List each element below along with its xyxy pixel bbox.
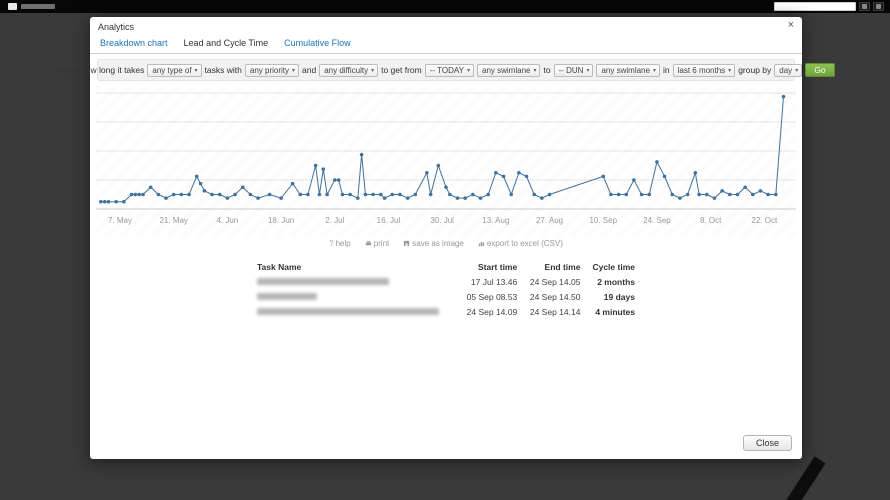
chevron-down-icon: ▾ xyxy=(371,67,374,74)
tab-cumulative-flow[interactable]: Cumulative Flow xyxy=(284,38,351,48)
svg-text:4. Jun: 4. Jun xyxy=(216,216,238,225)
go-button[interactable]: Go xyxy=(805,63,834,77)
print-icon xyxy=(365,240,372,247)
filter-bar: Show how long it takes any type of▾ task… xyxy=(97,59,795,81)
col-start-time: Start time xyxy=(458,260,521,274)
svg-text:18. Jun: 18. Jun xyxy=(268,216,294,225)
cycle-time-value: 4 minutes xyxy=(584,304,639,319)
table-row: 17 Jul 13.46 24 Sep 14.05 2 months xyxy=(253,274,639,289)
browser-topbar xyxy=(0,0,890,13)
print-link[interactable]: print xyxy=(365,239,390,248)
end-time-value: 24 Sep 14.14 xyxy=(521,304,584,319)
svg-text:16. Jul: 16. Jul xyxy=(377,216,401,225)
cycle-time-value: 19 days xyxy=(584,289,639,304)
search-icon xyxy=(862,4,867,9)
task-type-select[interactable]: any type of▾ xyxy=(147,64,201,77)
priority-select[interactable]: any priority▾ xyxy=(245,64,299,77)
filter-text-to: to xyxy=(543,65,550,75)
help-icon: ? xyxy=(329,239,333,248)
help-link[interactable]: ?help xyxy=(329,239,351,248)
col-cycle-time: Cycle time xyxy=(584,260,639,274)
filter-text-tasks-with: tasks with xyxy=(205,65,242,75)
task-name-redacted xyxy=(257,308,439,315)
svg-text:24. Sep: 24. Sep xyxy=(643,216,671,225)
chevron-down-icon: ▾ xyxy=(586,67,589,74)
start-time-value: 24 Sep 14.09 xyxy=(458,304,521,319)
save-icon xyxy=(403,240,410,247)
end-time-value: 24 Sep 14.05 xyxy=(521,274,584,289)
start-time-value: 17 Jul 13.46 xyxy=(458,274,521,289)
export-chart-icon xyxy=(478,240,485,247)
time-range-select[interactable]: last 6 months▾ xyxy=(673,64,736,77)
end-time-value: 24 Sep 14.50 xyxy=(521,289,584,304)
tab-breakdown-chart[interactable]: Breakdown chart xyxy=(100,38,168,48)
chevron-down-icon: ▾ xyxy=(728,67,731,74)
col-end-time: End time xyxy=(521,260,584,274)
svg-text:30. Jul: 30. Jul xyxy=(430,216,454,225)
chevron-down-icon: ▾ xyxy=(292,67,295,74)
group-by-select[interactable]: day▾ xyxy=(774,64,802,77)
filter-text-in: in xyxy=(663,65,670,75)
table-row: 24 Sep 14.09 24 Sep 14.14 4 minutes xyxy=(253,304,639,319)
cycle-time-line-chart: 7. May 21. May 4. Jun 18. Jun 2. Jul 16. Jul 3… xyxy=(96,87,796,237)
close-icon[interactable]: × xyxy=(788,20,794,31)
analytics-modal: Analytics × Breakdown chart Lead and Cyc… xyxy=(90,17,802,459)
analytics-tabs: Breakdown chart Lead and Cycle Time Cumu… xyxy=(90,35,802,54)
svg-text:27. Aug: 27. Aug xyxy=(536,216,563,225)
svg-text:7. May: 7. May xyxy=(108,216,132,225)
svg-text:22. Oct: 22. Oct xyxy=(751,216,778,225)
cycle-time-value: 2 months xyxy=(584,274,639,289)
chevron-down-icon: ▾ xyxy=(795,67,798,74)
svg-text:21. May: 21. May xyxy=(159,216,187,225)
app-logo-text xyxy=(21,4,55,9)
save-as-image-link[interactable]: save as image xyxy=(403,239,464,248)
table-row: 05 Sep 08.53 24 Sep 14.50 19 days xyxy=(253,289,639,304)
app-logo-icon xyxy=(8,3,17,10)
topbar-menu-button[interactable] xyxy=(873,2,884,11)
filter-lead-text: Show how long it takes xyxy=(57,65,144,75)
svg-text:10. Sep: 10. Sep xyxy=(589,216,617,225)
col-task-name: Task Name xyxy=(253,260,458,274)
chevron-down-icon: ▾ xyxy=(533,67,536,74)
to-swimlane-select[interactable]: any swimlane▾ xyxy=(596,64,659,77)
close-button[interactable]: Close xyxy=(743,435,792,451)
task-name-redacted xyxy=(257,278,389,285)
search-input[interactable] xyxy=(774,2,856,11)
svg-text:2. Jul: 2. Jul xyxy=(325,216,344,225)
chevron-down-icon: ▾ xyxy=(195,67,198,74)
from-swimlane-select[interactable]: any swimlane▾ xyxy=(477,64,540,77)
task-name-redacted xyxy=(257,293,317,300)
chevron-down-icon: ▾ xyxy=(467,67,470,74)
svg-text:13. Aug: 13. Aug xyxy=(482,216,509,225)
start-time-value: 05 Sep 08.53 xyxy=(458,289,521,304)
from-column-select[interactable]: -- TODAY▾ xyxy=(425,64,474,77)
modal-title: Analytics xyxy=(90,17,802,35)
background-shape xyxy=(783,456,825,500)
svg-text:8. Oct: 8. Oct xyxy=(700,216,722,225)
topbar-search-button[interactable] xyxy=(859,2,870,11)
menu-icon xyxy=(876,4,881,9)
filter-text-group-by: group by xyxy=(738,65,771,75)
difficulty-select[interactable]: any difficulty▾ xyxy=(319,64,378,77)
tab-lead-and-cycle-time[interactable]: Lead and Cycle Time xyxy=(184,38,269,48)
export-csv-link[interactable]: export to excel (CSV) xyxy=(478,239,563,248)
chevron-down-icon: ▾ xyxy=(653,67,656,74)
cycle-time-table: Task Name Start time End time Cycle time… xyxy=(253,260,639,319)
chart-action-links: ?help print save as image export to exce… xyxy=(90,239,802,248)
filter-text-and: and xyxy=(302,65,316,75)
to-column-select[interactable]: -- DUN▾ xyxy=(554,64,594,77)
filter-text-to-get-from: to get from xyxy=(381,65,422,75)
